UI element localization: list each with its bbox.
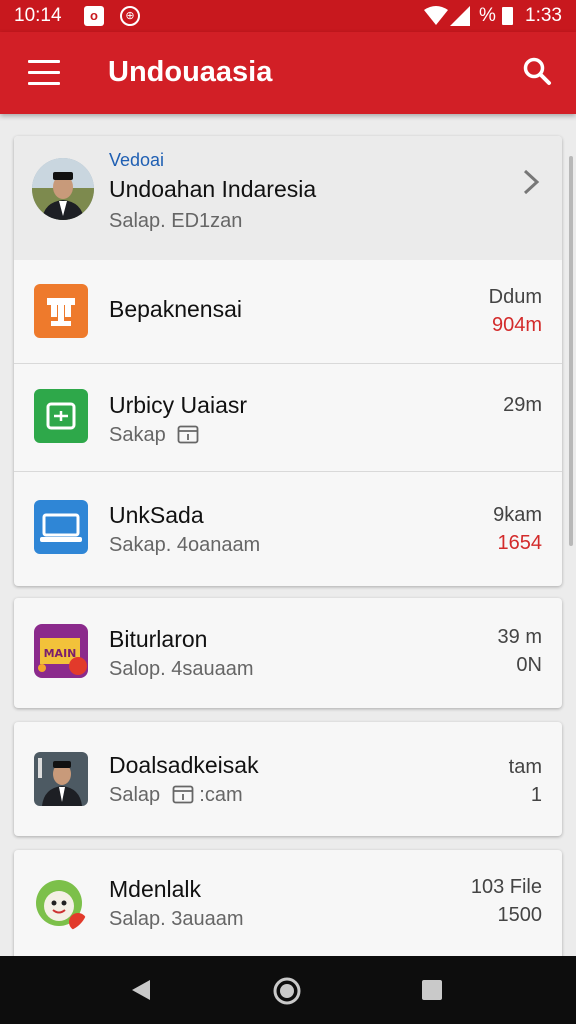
list-item[interactable]: UnkSada Sakap. 4oanaam 9kam 1654	[14, 472, 562, 586]
featured-subtitle: Salap. ED1zan	[109, 210, 243, 232]
app-bar: Undouaasia	[0, 32, 576, 114]
status-bar: 10:14 o ⊕ % 1:33	[0, 0, 576, 32]
navigation-bar	[0, 956, 576, 1024]
featured-label: Vedoai	[109, 150, 165, 170]
recent-apps-icon[interactable]	[422, 980, 442, 1000]
item-meta: 9kam	[493, 504, 542, 526]
calendar-small-icon	[172, 785, 194, 804]
battery-percent: %	[479, 5, 496, 26]
item-subtitle-wrap: Salap :cam	[109, 784, 243, 807]
content-list: Vedoai Undoahan Indaresia Salap. ED1zan …	[0, 114, 576, 956]
list-card: Doalsadkeisak Salap :cam tam 1	[14, 722, 562, 836]
search-icon[interactable]	[522, 56, 552, 86]
menu-icon[interactable]	[28, 60, 60, 86]
globe-notification-icon: ⊕	[120, 6, 140, 26]
calendar-icon	[34, 389, 88, 443]
list-item[interactable]: Doalsadkeisak Salap :cam tam 1	[14, 722, 562, 836]
item-count: 1500	[497, 904, 543, 926]
signal-icon	[450, 6, 470, 26]
chevron-right-icon[interactable]	[520, 168, 542, 196]
person-portrait-icon	[34, 752, 88, 806]
svg-text:MAIN: MAIN	[44, 647, 77, 660]
item-subtitle: Sakap	[109, 424, 166, 446]
notification-icon: o	[84, 6, 104, 26]
list-item[interactable]: Urbicy Uaiasr Sakap 29m	[14, 364, 562, 472]
item-meta: Ddum	[488, 286, 542, 308]
trophy-icon	[34, 284, 88, 338]
wifi-icon	[424, 6, 448, 25]
status-clock: 1:33	[525, 5, 562, 26]
list-item[interactable]: MAIN Biturlaron Salop. 4sauaam 39 m 0N	[14, 598, 562, 708]
item-count: 0N	[516, 654, 542, 676]
list-card: Vedoai Undoahan Indaresia Salap. ED1zan …	[14, 136, 562, 586]
item-meta: 103 File	[470, 876, 542, 898]
list-card: Mdenlalk Salap. 3auaam 103 File 1500	[14, 850, 562, 956]
item-meta: tam	[508, 756, 542, 778]
list-card: MAIN Biturlaron Salop. 4sauaam 39 m 0N	[14, 598, 562, 708]
festival-poster-icon: MAIN	[34, 624, 88, 678]
item-meta: 29m	[503, 394, 542, 416]
laptop-icon	[34, 500, 88, 554]
calendar-small-icon	[177, 425, 199, 444]
item-title: Mdenlalk	[109, 876, 202, 902]
item-title: Doalsadkeisak	[109, 752, 259, 778]
item-subtitle: Salop. 4sauaam	[109, 658, 254, 680]
item-subtitle-wrap: Sakap	[109, 424, 199, 447]
app-title: Undouaasia	[108, 56, 273, 88]
list-item[interactable]: Bepaknensai Ddum 904m	[14, 260, 562, 364]
back-icon[interactable]	[130, 978, 152, 1002]
item-title: UnkSada	[109, 502, 204, 528]
scrollbar[interactable]	[569, 156, 573, 546]
item-subtitle: Sakap. 4oanaam	[109, 534, 261, 556]
item-title: Biturlaron	[109, 626, 208, 652]
item-subtitle: Salap	[109, 784, 161, 806]
battery-icon	[502, 7, 513, 25]
item-subtitle-extra: :cam	[199, 784, 243, 806]
featured-title: Undoahan Indaresia	[109, 176, 317, 202]
featured-item[interactable]: Vedoai Undoahan Indaresia Salap. ED1zan	[14, 136, 562, 260]
item-count: 1654	[497, 532, 543, 554]
item-title: Bepaknensai	[109, 296, 242, 322]
item-meta: 39 m	[497, 626, 542, 648]
item-count: 904m	[491, 314, 542, 336]
item-subtitle: Salap. 3auaam	[109, 908, 244, 930]
profile-avatar	[32, 158, 94, 220]
item-title: Urbicy Uaiasr	[109, 392, 248, 418]
item-count: 1	[530, 784, 542, 806]
home-icon[interactable]	[272, 976, 302, 1006]
mascot-icon	[34, 878, 88, 932]
list-item[interactable]: Mdenlalk Salap. 3auaam 103 File 1500	[14, 850, 562, 956]
status-time: 10:14	[14, 5, 62, 26]
